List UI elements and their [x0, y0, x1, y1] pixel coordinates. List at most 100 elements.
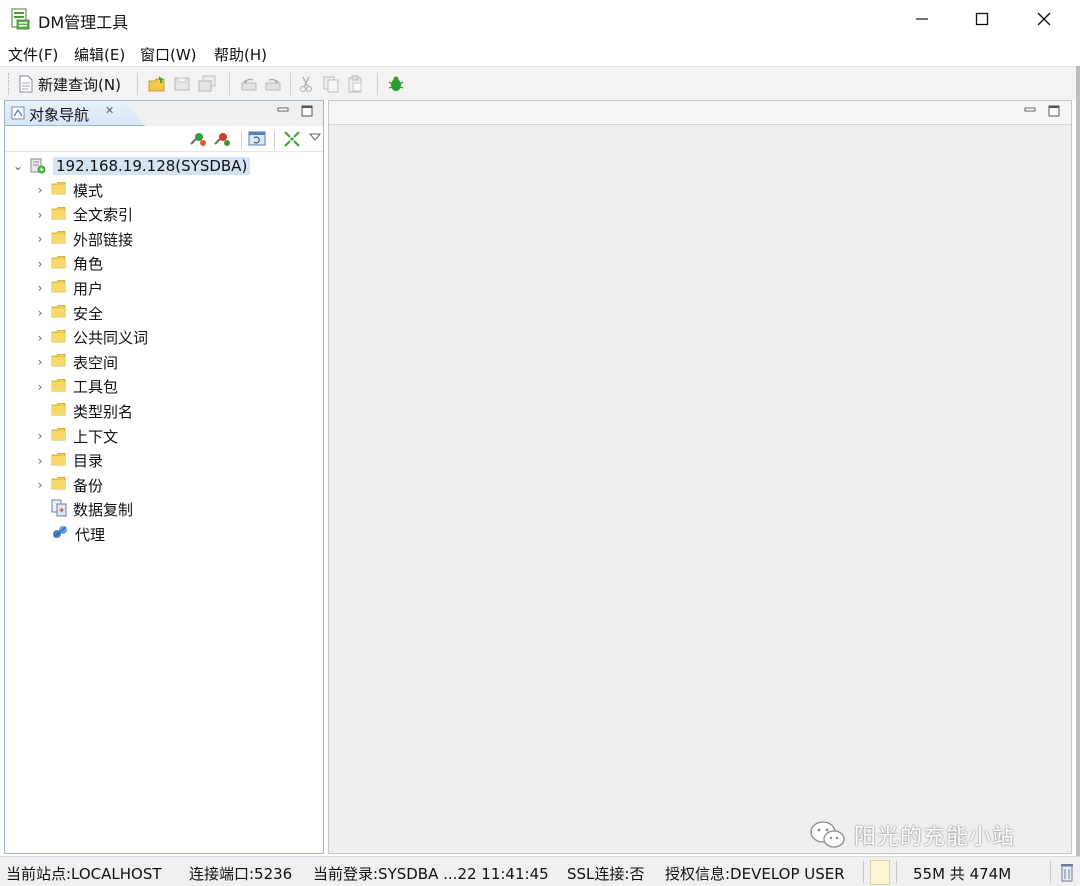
navigator-toolbar [5, 126, 323, 152]
tree-node[interactable]: › 上下文 [33, 425, 118, 447]
expand-chevron-icon[interactable]: › [33, 425, 47, 447]
save-button[interactable] [173, 72, 191, 96]
collapse-all-icon[interactable] [283, 130, 301, 148]
tree-node[interactable]: 类型别名 [33, 400, 133, 422]
expand-chevron-icon[interactable]: › [33, 277, 47, 299]
expand-chevron-icon[interactable]: › [33, 450, 47, 472]
tree-node[interactable]: 数据复制 [33, 499, 133, 521]
expand-chevron-icon[interactable]: › [33, 302, 47, 324]
tree-node-label: 表空间 [73, 353, 119, 372]
disconnect-icon[interactable] [213, 130, 231, 148]
tree-node[interactable]: › 用户 [33, 277, 103, 299]
status-separator [863, 861, 864, 883]
tree-node-label: 角色 [73, 255, 104, 274]
tree-node-label: 模式 [73, 181, 104, 200]
status-separator [1050, 861, 1051, 883]
tree-node-label: 外部链接 [73, 230, 134, 249]
refresh-view-icon[interactable] [248, 130, 266, 148]
folder-icon [51, 206, 67, 224]
folder-icon [51, 427, 67, 445]
close-button[interactable] [1014, 0, 1074, 38]
undo-icon [241, 78, 257, 91]
expand-chevron-icon[interactable]: › [33, 327, 47, 349]
tree-root-node[interactable]: ⌄ 192.168.19.128(SYSDBA) [11, 155, 251, 177]
expand-chevron-icon[interactable]: › [33, 376, 47, 398]
tree-node[interactable]: › 外部链接 [33, 228, 133, 250]
folder-icon [51, 329, 67, 347]
save-all-button[interactable] [197, 72, 217, 96]
redo-icon [265, 78, 281, 91]
tree-node-label: 数据复制 [73, 501, 134, 520]
status-bar: 当前站点:LOCALHOST 连接端口:5236 当前登录:SYSDBA ...… [0, 856, 1080, 886]
tree-node[interactable]: 代理 [33, 523, 105, 545]
new-query-label: 新建查询(N) [38, 75, 121, 94]
tree-node-label: 用户 [73, 279, 104, 298]
status-license: 授权信息:DEVELOP USER [665, 865, 845, 883]
minimize-panel-icon[interactable] [1024, 105, 1036, 115]
wechat-icon [810, 821, 845, 848]
toolbar-separator [241, 131, 242, 149]
tree-node[interactable]: › 目录 [33, 450, 103, 472]
object-navigator-panel: 对象导航 ✕ ⌄ 192.168.19.128(SYSDBA) › 模式 › 全… [4, 100, 324, 854]
redo-button[interactable] [263, 72, 283, 96]
maximize-panel-icon[interactable] [1048, 105, 1060, 117]
expand-chevron-icon[interactable]: › [33, 474, 47, 496]
folder-icon [51, 476, 67, 494]
tree-node[interactable]: › 角色 [33, 253, 103, 275]
tree-node[interactable]: › 模式 [33, 179, 103, 201]
status-site: 当前站点:LOCALHOST [6, 865, 162, 883]
status-port: 连接端口:5236 [189, 865, 293, 883]
tree-node[interactable]: › 工具包 [33, 376, 118, 398]
maximize-button[interactable] [952, 0, 1012, 38]
menu-file[interactable]: 文件(F) [8, 44, 58, 65]
tree-node[interactable]: › 备份 [33, 474, 103, 496]
tree-node-label: 安全 [73, 304, 104, 323]
expand-chevron-icon[interactable]: › [33, 253, 47, 275]
connect-icon[interactable] [189, 130, 207, 148]
menu-help[interactable]: 帮助(H) [214, 44, 267, 65]
view-menu-icon[interactable] [309, 132, 321, 142]
save-icon [174, 77, 190, 91]
toolbar-grip[interactable] [8, 73, 10, 95]
tree-node-label: 目录 [73, 452, 104, 471]
open-button[interactable] [148, 72, 166, 96]
tree-node[interactable]: › 全文索引 [33, 204, 133, 226]
folder-icon [51, 181, 67, 199]
minimize-button[interactable] [892, 0, 952, 38]
paste-button[interactable] [346, 72, 364, 96]
close-tab-icon[interactable]: ✕ [105, 104, 114, 117]
data-replication-icon [51, 499, 67, 521]
new-query-icon [19, 75, 33, 93]
toolbar-separator [377, 73, 378, 95]
toolbar-separator [290, 73, 291, 95]
window-edge [1076, 66, 1080, 856]
minimize-panel-icon[interactable] [277, 105, 289, 115]
navigator-icon [11, 106, 25, 120]
copy-button[interactable] [322, 72, 340, 96]
maximize-panel-icon[interactable] [301, 105, 313, 117]
tree-node-label: 工具包 [73, 378, 119, 397]
save-all-icon [198, 75, 216, 92]
menu-window[interactable]: 窗口(W) [140, 44, 197, 65]
menu-bar: 文件(F) 编辑(E) 窗口(W) 帮助(H) [0, 40, 1080, 66]
expand-chevron-icon[interactable]: › [33, 204, 47, 226]
debug-button[interactable] [387, 72, 405, 96]
garbage-collect-icon[interactable] [1060, 862, 1074, 882]
new-query-button[interactable]: 新建查询(N) [18, 72, 121, 96]
expand-chevron-icon[interactable]: › [33, 228, 47, 250]
tree-node[interactable]: › 公共同义词 [33, 327, 148, 349]
tab-object-navigator[interactable]: 对象导航 ✕ [5, 101, 145, 126]
menu-edit[interactable]: 编辑(E) [74, 44, 125, 65]
undo-button[interactable] [239, 72, 259, 96]
expand-chevron-icon[interactable]: › [33, 351, 47, 373]
cut-button[interactable] [298, 72, 314, 96]
agent-icon [51, 524, 69, 544]
tree-node[interactable]: › 安全 [33, 302, 103, 324]
expand-chevron-icon[interactable]: › [33, 179, 47, 201]
collapse-chevron-icon[interactable]: ⌄ [11, 155, 25, 177]
cut-icon [300, 76, 312, 92]
toolbar-separator [274, 131, 275, 149]
folder-icon [51, 402, 67, 420]
tree-node[interactable]: › 表空间 [33, 351, 118, 373]
